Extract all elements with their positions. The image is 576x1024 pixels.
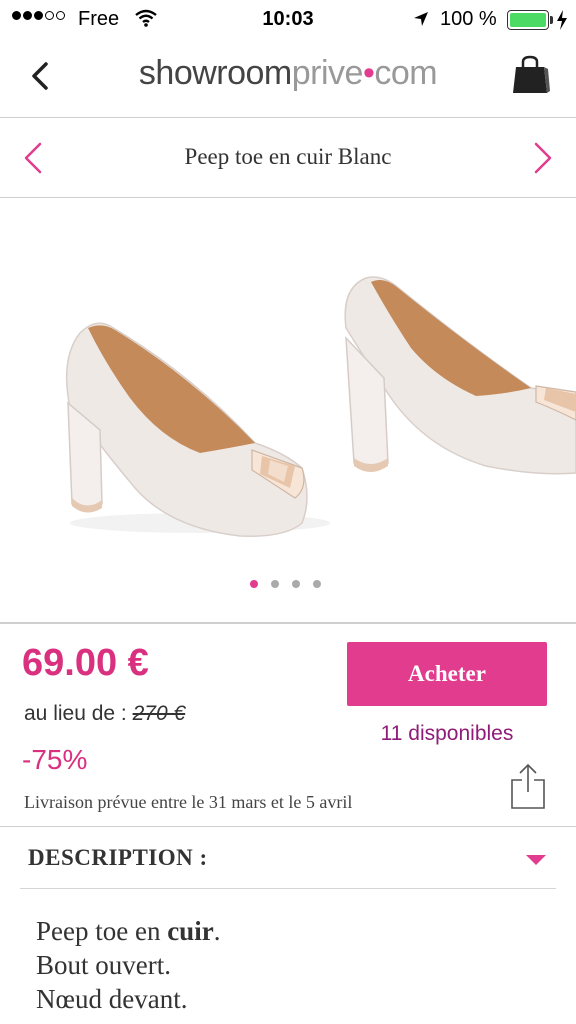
- original-price-label: au lieu de :: [24, 702, 133, 725]
- battery-percentage: 100 %: [440, 8, 497, 30]
- battery-tip: [550, 16, 553, 24]
- product-image-carousel[interactable]: [0, 198, 576, 624]
- description-line: Peep toe en cuir.: [36, 916, 221, 946]
- buy-button[interactable]: Acheter: [347, 642, 547, 706]
- shopping-bag-icon[interactable]: [510, 54, 550, 96]
- description-title: DESCRIPTION :: [28, 845, 208, 870]
- divider: [20, 888, 556, 889]
- product-image: [65, 322, 330, 537]
- delivery-estimate: Livraison prévue entre le 31 mars et le …: [24, 792, 353, 812]
- description-header[interactable]: DESCRIPTION :: [0, 826, 576, 888]
- app-header: showroomprive•com: [0, 40, 576, 118]
- current-price: 69.00 €: [22, 642, 149, 684]
- chevron-down-icon[interactable]: [524, 853, 548, 867]
- charging-bolt-icon: [557, 10, 567, 30]
- description-body: Peep toe en cuir. Bout ouvert. Nœud deva…: [36, 914, 220, 1016]
- discount-badge: -75%: [22, 744, 88, 775]
- pager-dot[interactable]: [250, 580, 258, 588]
- product-image-next: [344, 276, 576, 475]
- description-line: Nœud devant.: [36, 984, 188, 1014]
- brand-logo[interactable]: showroomprive•com: [0, 54, 576, 93]
- location-arrow-icon: [414, 12, 428, 26]
- original-price-row: au lieu de : 270 €: [24, 702, 185, 726]
- status-bar: Free 10:03 100 %: [0, 0, 576, 40]
- pager-dot[interactable]: [271, 580, 279, 588]
- next-product-icon[interactable]: [528, 140, 558, 176]
- original-price: 270 €: [132, 702, 186, 725]
- battery-icon: [507, 10, 549, 30]
- description-line: Bout ouvert.: [36, 950, 171, 980]
- product-title: Peep toe en cuir Blanc: [184, 144, 392, 169]
- share-icon[interactable]: [508, 762, 548, 810]
- product-title-bar: Peep toe en cuir Blanc: [0, 118, 576, 198]
- pager-dot[interactable]: [313, 580, 321, 588]
- pager-dot[interactable]: [292, 580, 300, 588]
- stock-availability: 11 disponibles: [380, 722, 514, 745]
- carousel-pager[interactable]: [250, 580, 321, 588]
